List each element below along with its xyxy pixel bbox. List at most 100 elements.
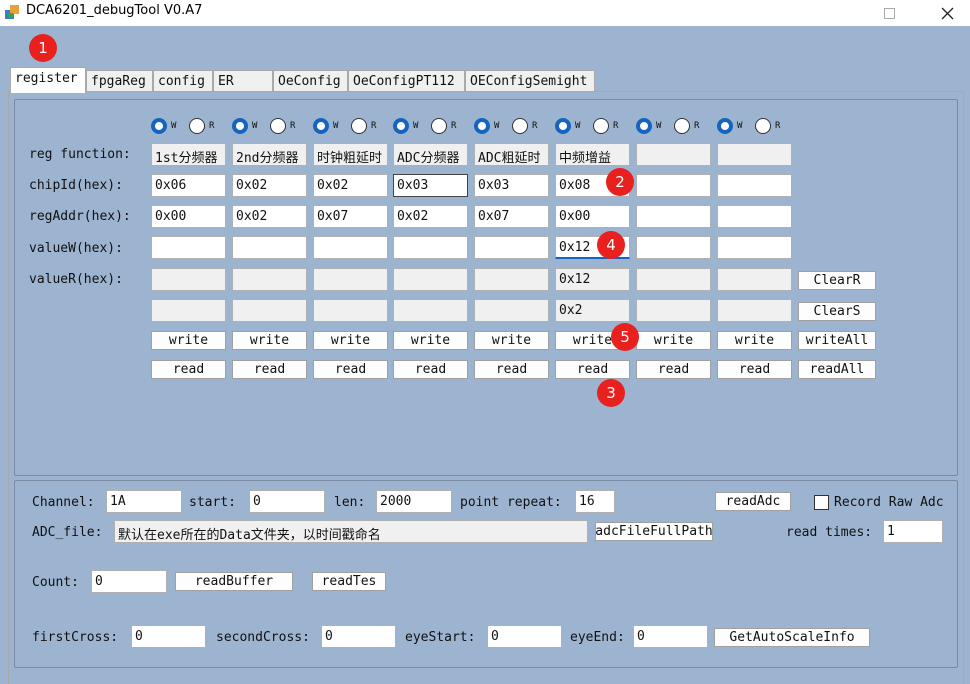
- col6-function-field[interactable]: 中频增益: [555, 143, 630, 166]
- tab-oeconfigpt112[interactable]: OeConfigPT112: [348, 70, 465, 92]
- count-input[interactable]: 0: [91, 570, 167, 593]
- adc-file-full-path-button[interactable]: adcFileFullPath: [595, 522, 713, 541]
- col3-values-field[interactable]: [313, 299, 388, 322]
- col8-read-radio[interactable]: [755, 118, 771, 134]
- col2-valuer-field[interactable]: [232, 268, 307, 291]
- tab-oeconfig[interactable]: OeConfig: [273, 70, 348, 92]
- tab-er[interactable]: ER: [213, 70, 273, 92]
- col7-values-field[interactable]: [636, 299, 711, 322]
- col2-values-field[interactable]: [232, 299, 307, 322]
- col6-read-radio[interactable]: [593, 118, 609, 134]
- col3-valuew-input[interactable]: [313, 236, 388, 259]
- col7-write-radio[interactable]: [636, 118, 652, 134]
- col1-write-button[interactable]: write: [151, 331, 226, 350]
- col6-values-field[interactable]: 0x2: [555, 299, 630, 322]
- col8-write-button[interactable]: write: [717, 331, 792, 350]
- col1-chipid-input[interactable]: 0x06: [151, 174, 226, 197]
- col4-function-field[interactable]: ADC分频器: [393, 143, 468, 166]
- col1-valuew-input[interactable]: [151, 236, 226, 259]
- write-all-button[interactable]: writeAll: [798, 331, 876, 350]
- tab-oeconfigsemight[interactable]: OEConfigSemight: [465, 70, 595, 92]
- start-input[interactable]: 0: [249, 490, 325, 513]
- col8-valuew-input[interactable]: [717, 236, 792, 259]
- eye-end-input[interactable]: 0: [633, 625, 708, 648]
- col8-read-button[interactable]: read: [717, 360, 792, 379]
- first-cross-input[interactable]: 0: [131, 625, 206, 648]
- col4-regaddr-input[interactable]: 0x02: [393, 205, 468, 228]
- read-all-button[interactable]: readAll: [798, 360, 876, 379]
- col3-read-radio[interactable]: [351, 118, 367, 134]
- col2-write-radio[interactable]: [232, 118, 248, 134]
- tab-register[interactable]: register: [10, 67, 86, 93]
- get-auto-scale-info-button[interactable]: GetAutoScaleInfo: [714, 628, 870, 647]
- col5-read-button[interactable]: read: [474, 360, 549, 379]
- eye-start-input[interactable]: 0: [487, 625, 562, 648]
- maximize-button[interactable]: [866, 0, 912, 26]
- point-repeat-input[interactable]: 16: [575, 490, 615, 513]
- col1-regaddr-input[interactable]: 0x00: [151, 205, 226, 228]
- tab-fpgareg[interactable]: fpgaReg: [86, 70, 153, 92]
- clear-r-button[interactable]: ClearR: [798, 271, 876, 290]
- col2-regaddr-input[interactable]: 0x02: [232, 205, 307, 228]
- col7-chipid-input[interactable]: [636, 174, 711, 197]
- col3-chipid-input[interactable]: 0x02: [313, 174, 388, 197]
- tab-config[interactable]: config: [153, 70, 213, 92]
- col8-chipid-input[interactable]: [717, 174, 792, 197]
- col3-regaddr-input[interactable]: 0x07: [313, 205, 388, 228]
- col7-read-radio[interactable]: [674, 118, 690, 134]
- col1-read-button[interactable]: read: [151, 360, 226, 379]
- col3-function-field[interactable]: 时钟粗延时: [313, 143, 388, 166]
- col1-function-field[interactable]: 1st分频器: [151, 143, 226, 166]
- read-times-input[interactable]: 1: [883, 520, 943, 543]
- col1-valuer-field[interactable]: [151, 268, 226, 291]
- read-tes-button[interactable]: readTes: [312, 572, 386, 591]
- col5-read-radio[interactable]: [512, 118, 528, 134]
- col5-valuer-field[interactable]: [474, 268, 549, 291]
- col3-write-button[interactable]: write: [313, 331, 388, 350]
- col3-write-radio[interactable]: [313, 118, 329, 134]
- col1-values-field[interactable]: [151, 299, 226, 322]
- col7-valuer-field[interactable]: [636, 268, 711, 291]
- col5-chipid-input[interactable]: 0x03: [474, 174, 549, 197]
- clear-s-button[interactable]: ClearS: [798, 302, 876, 321]
- col2-write-button[interactable]: write: [232, 331, 307, 350]
- col2-read-button[interactable]: read: [232, 360, 307, 379]
- col5-write-button[interactable]: write: [474, 331, 549, 350]
- col7-valuew-input[interactable]: [636, 236, 711, 259]
- col8-function-field[interactable]: [717, 143, 792, 166]
- col2-valuew-input[interactable]: [232, 236, 307, 259]
- second-cross-input[interactable]: 0: [321, 625, 396, 648]
- col7-regaddr-input[interactable]: [636, 205, 711, 228]
- col6-valuer-field[interactable]: 0x12: [555, 268, 630, 291]
- col3-read-button[interactable]: read: [313, 360, 388, 379]
- col8-values-field[interactable]: [717, 299, 792, 322]
- col7-write-button[interactable]: write: [636, 331, 711, 350]
- col4-values-field[interactable]: [393, 299, 468, 322]
- col7-read-button[interactable]: read: [636, 360, 711, 379]
- col4-write-radio[interactable]: [393, 118, 409, 134]
- col4-valuer-field[interactable]: [393, 268, 468, 291]
- len-input[interactable]: 2000: [376, 490, 452, 513]
- col1-read-radio[interactable]: [189, 118, 205, 134]
- record-raw-adc-checkbox[interactable]: [814, 495, 829, 510]
- col5-values-field[interactable]: [474, 299, 549, 322]
- col4-write-button[interactable]: write: [393, 331, 468, 350]
- col8-regaddr-input[interactable]: [717, 205, 792, 228]
- read-adc-button[interactable]: readAdc: [715, 492, 791, 511]
- col6-write-radio[interactable]: [555, 118, 571, 134]
- col4-read-button[interactable]: read: [393, 360, 468, 379]
- col1-write-radio[interactable]: [151, 118, 167, 134]
- col6-regaddr-input[interactable]: 0x00: [555, 205, 630, 228]
- col5-regaddr-input[interactable]: 0x07: [474, 205, 549, 228]
- col4-valuew-input[interactable]: [393, 236, 468, 259]
- col8-write-radio[interactable]: [717, 118, 733, 134]
- col2-function-field[interactable]: 2nd分频器: [232, 143, 307, 166]
- adc-file-input[interactable]: 默认在exe所在的Data文件夹，以时间戳命名: [114, 520, 588, 543]
- col4-read-radio[interactable]: [431, 118, 447, 134]
- col5-function-field[interactable]: ADC粗延时: [474, 143, 549, 166]
- col2-chipid-input[interactable]: 0x02: [232, 174, 307, 197]
- channel-input[interactable]: 1A: [106, 490, 182, 513]
- col3-valuer-field[interactable]: [313, 268, 388, 291]
- close-button[interactable]: [924, 0, 970, 26]
- col8-valuer-field[interactable]: [717, 268, 792, 291]
